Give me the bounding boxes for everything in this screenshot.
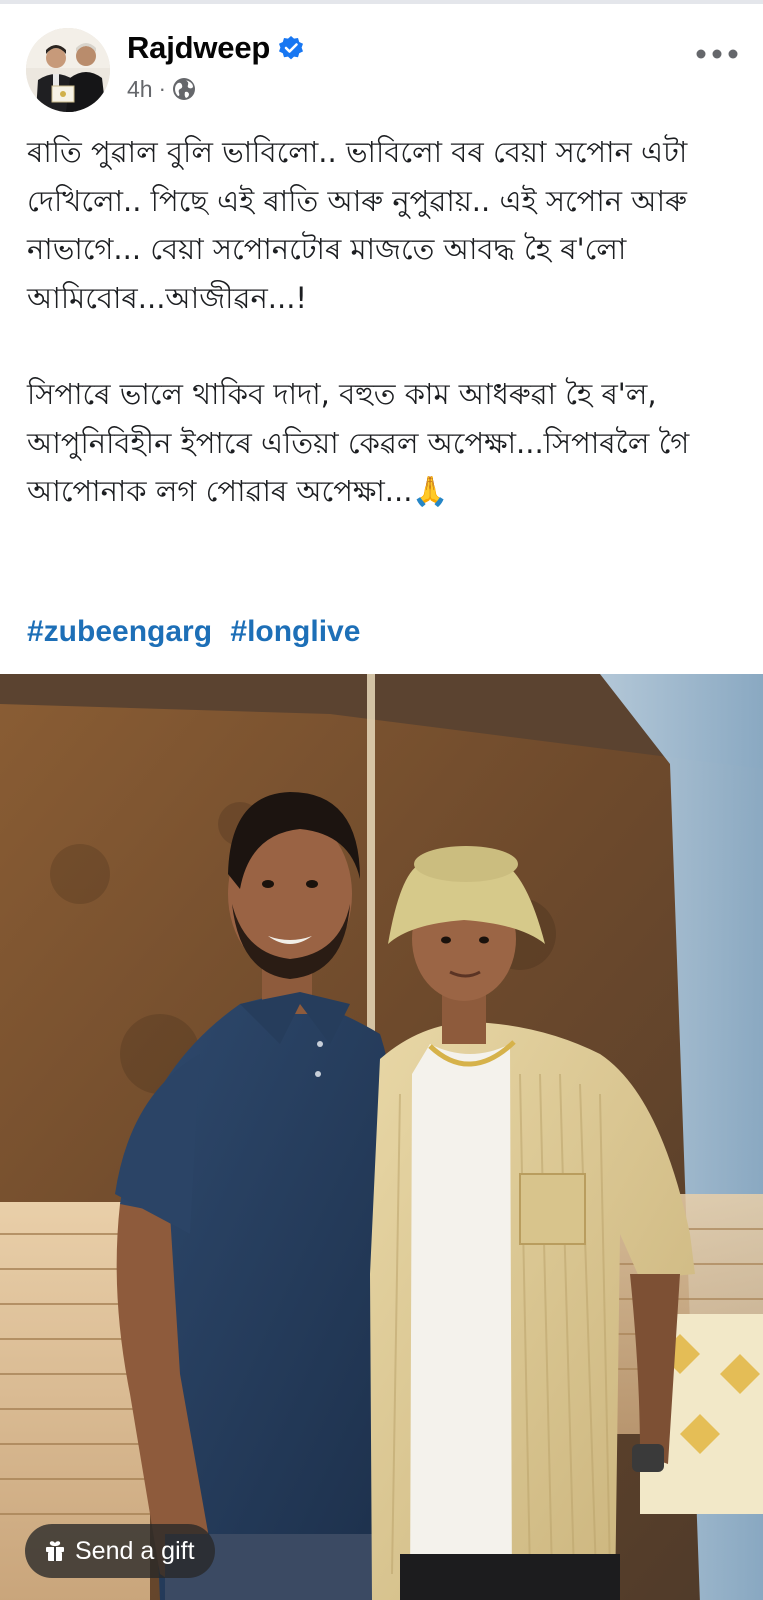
post-photo[interactable]: [0, 674, 763, 1600]
globe-icon: [172, 77, 196, 101]
avatar[interactable]: [26, 28, 110, 112]
avatar-image: [26, 28, 110, 112]
meta-separator: ·: [158, 76, 166, 101]
top-divider: [0, 0, 763, 4]
send-gift-button[interactable]: Send a gift: [25, 1524, 215, 1578]
author-block: Rajdweep 4h ·: [127, 28, 304, 104]
verified-badge-icon: [278, 35, 304, 61]
more-options-icon: [696, 49, 738, 59]
post-meta: 4h ·: [127, 74, 304, 104]
author-row: Rajdweep: [127, 28, 304, 68]
more-options-button[interactable]: [692, 34, 742, 74]
photo-image: [0, 674, 763, 1600]
post-screen: Rajdweep 4h · ৰাতি পুৱাল বুলি ভাবিলো.. ভ…: [0, 0, 763, 1600]
post-paragraph: সিপাৰে ভালে থাকিব দাদা, বহুত কাম আধৰুৱা …: [27, 377, 690, 508]
post-text: ৰাতি পুৱাল বুলি ভাবিলো.. ভাবিলো বৰ বেয়া…: [27, 128, 742, 516]
hashtag-row: #zubeengarg #longlive: [27, 615, 360, 649]
post-paragraph: ৰাতি পুৱাল বুলি ভাবিলো.. ভাবিলো বৰ বেয়া…: [27, 135, 688, 315]
hashtag-link[interactable]: #longlive: [230, 615, 360, 648]
gift-icon: [43, 1539, 67, 1563]
send-gift-label: Send a gift: [75, 1536, 195, 1565]
post-timestamp[interactable]: 4h: [127, 76, 153, 103]
post-header: Rajdweep 4h ·: [0, 22, 763, 114]
author-name[interactable]: Rajdweep: [127, 30, 270, 66]
hashtag-link[interactable]: #zubeengarg: [27, 615, 212, 648]
